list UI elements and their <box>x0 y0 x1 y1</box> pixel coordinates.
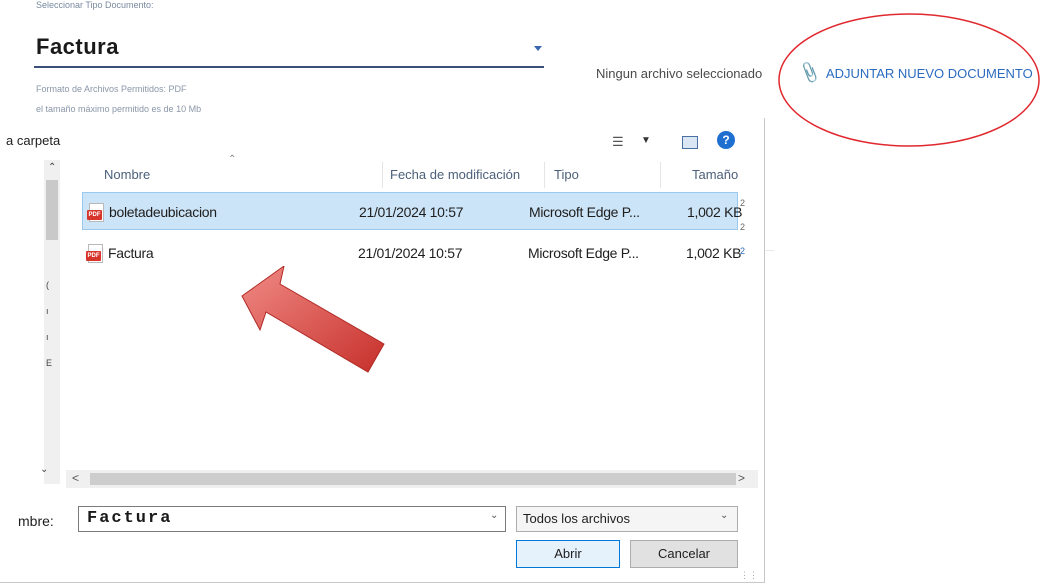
view-options-icon[interactable]: ☰ <box>612 134 624 150</box>
column-header-type[interactable]: Tipo <box>554 162 579 188</box>
file-name: boletadeubicacion <box>109 204 217 220</box>
file-size: 1,002 KB <box>686 245 742 261</box>
open-button[interactable]: Abrir <box>516 540 620 568</box>
file-row[interactable]: PDF Factura 21/01/2024 10:57 Microsoft E… <box>82 234 742 272</box>
chevron-down-icon[interactable]: ⌄ <box>490 510 498 521</box>
highlight-circle <box>778 13 1040 147</box>
column-separator[interactable] <box>382 162 383 188</box>
help-icon[interactable]: ? <box>717 131 735 149</box>
horizontal-scroll-thumb[interactable] <box>90 473 736 485</box>
allowed-format-hint: Formato de Archivos Permitidos: PDF <box>36 84 187 94</box>
cancel-button[interactable]: Cancelar <box>630 540 738 568</box>
file-size: 1,002 KB <box>687 204 743 220</box>
file-modified: 21/01/2024 10:57 <box>359 204 464 220</box>
file-open-dialog: a carpeta ☰ ▼ ? ⌃ ⌄ ( ı ı E ⌃ Nombre Fec… <box>0 118 765 583</box>
no-file-selected-text: Ningun archivo seleccionado <box>596 66 763 81</box>
column-separator[interactable] <box>660 162 661 188</box>
column-header-size[interactable]: Tamaño <box>692 162 738 188</box>
max-size-hint: el tamaño máximo permitido es de 10 Mb <box>36 104 202 114</box>
new-folder-button[interactable]: a carpeta <box>6 133 60 148</box>
file-type: Microsoft Edge P... <box>529 204 640 220</box>
scroll-up-icon[interactable]: ⌃ <box>48 162 56 173</box>
pdf-icon: PDF <box>86 244 103 263</box>
preview-pane-icon[interactable] <box>682 136 698 149</box>
scroll-down-icon[interactable]: ⌄ <box>40 464 48 475</box>
scroll-left-icon[interactable]: < <box>72 471 79 485</box>
view-options-chevron-icon[interactable]: ▼ <box>641 135 651 146</box>
nav-item-fragment[interactable]: E <box>46 358 52 368</box>
file-type-select[interactable]: Todos los archivos <box>516 506 738 532</box>
pdf-icon: PDF <box>87 203 104 222</box>
scroll-right-icon[interactable]: > <box>738 471 745 485</box>
file-name: Factura <box>108 245 154 261</box>
nav-item-fragment[interactable]: ı <box>46 332 49 342</box>
doc-type-select[interactable]: Factura <box>36 34 119 60</box>
file-row[interactable]: PDF boletadeubicacion 21/01/2024 10:57 M… <box>82 192 743 230</box>
doc-type-label: Seleccionar Tipo Documento: <box>36 0 154 10</box>
sort-ascending-icon: ⌃ <box>228 154 237 165</box>
truncated-column-fragment: 2 <box>740 198 746 208</box>
nav-item-fragment[interactable]: ı <box>46 306 49 316</box>
navigation-scroll-thumb[interactable] <box>46 180 58 240</box>
truncated-column-fragment: 2 <box>740 246 746 256</box>
column-separator[interactable] <box>544 162 545 188</box>
chevron-down-icon[interactable]: ⌄ <box>720 510 728 521</box>
chevron-down-icon[interactable] <box>534 46 542 51</box>
filename-input[interactable]: Factura <box>78 506 506 532</box>
column-header-name[interactable]: Nombre <box>104 162 150 188</box>
file-type: Microsoft Edge P... <box>528 245 639 261</box>
nav-item-fragment[interactable]: ( <box>46 280 49 290</box>
doc-type-underline <box>34 66 544 68</box>
truncated-column-fragment: 2 <box>740 222 746 232</box>
resize-grip-icon[interactable]: ⋮⋮ <box>740 570 758 581</box>
annotation-arrow-icon <box>241 266 385 373</box>
filename-label: mbre: <box>18 513 54 529</box>
background-divider <box>764 250 774 251</box>
column-header-modified[interactable]: Fecha de modificación <box>390 162 520 188</box>
